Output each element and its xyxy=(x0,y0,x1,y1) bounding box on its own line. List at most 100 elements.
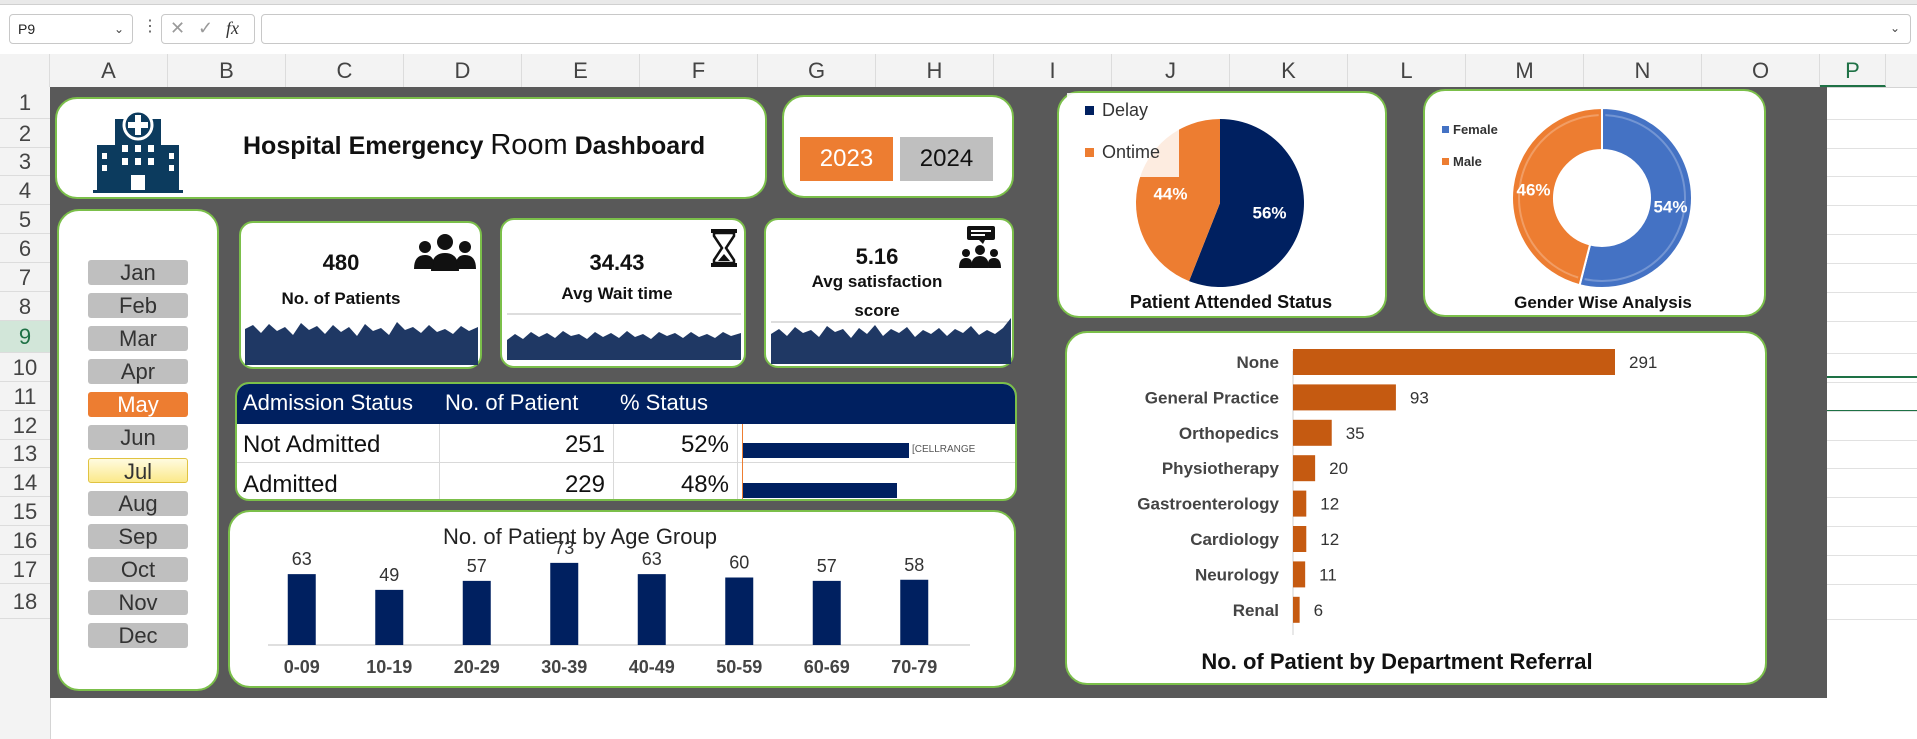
row-header-18[interactable]: 18 xyxy=(0,584,50,619)
column-header-g[interactable]: G xyxy=(758,54,876,87)
row-header-7[interactable]: 7 xyxy=(0,263,50,292)
month-button-jul[interactable]: Jul xyxy=(88,458,188,484)
column-header-m[interactable]: M xyxy=(1466,54,1584,87)
column-header-p[interactable]: P xyxy=(1820,54,1886,87)
title-card: Hospital Emergency Room Dashboard xyxy=(55,97,767,199)
dept-value-label: 11 xyxy=(1319,565,1337,584)
row-header-11[interactable]: 11 xyxy=(0,382,50,411)
column-header-n[interactable]: N xyxy=(1584,54,1702,87)
row-header-1[interactable]: 1 xyxy=(0,87,50,119)
gridline xyxy=(1827,148,1917,149)
month-button-aug[interactable]: Aug xyxy=(88,491,188,516)
dept-category-label: Physiotherapy xyxy=(1162,459,1280,478)
gridline xyxy=(1827,321,1917,322)
wait-sparkline xyxy=(507,313,741,360)
legend-swatch xyxy=(1085,148,1094,157)
formula-input[interactable]: ⌄ xyxy=(261,14,1911,44)
month-button-sep[interactable]: Sep xyxy=(88,524,188,549)
month-button-jan[interactable]: Jan xyxy=(88,260,188,285)
select-all-corner[interactable] xyxy=(0,54,50,87)
column-divider xyxy=(613,424,614,499)
name-box-value: P9 xyxy=(18,21,36,37)
dept-value-label: 291 xyxy=(1629,353,1657,372)
row-header-14[interactable]: 14 xyxy=(0,468,50,497)
month-button-apr[interactable]: Apr xyxy=(88,359,188,384)
row-header-3[interactable]: 3 xyxy=(0,148,50,176)
row-header-5[interactable]: 5 xyxy=(0,205,50,234)
gridline xyxy=(1827,205,1917,206)
month-button-jun[interactable]: Jun xyxy=(88,425,188,450)
insert-function-icon[interactable]: fx xyxy=(226,18,239,39)
column-header-e[interactable]: E xyxy=(522,54,640,87)
gridline xyxy=(1827,619,1917,620)
more-options-icon[interactable]: ⋮ xyxy=(142,16,158,36)
dept-category-label: Renal xyxy=(1233,601,1279,620)
people-group-icon xyxy=(414,234,476,271)
pie-value-label: 44% xyxy=(1153,185,1187,204)
row-headers: 1 2 3 4 5 6 7 8 9 10 11 12 13 14 15 16 17 18 xyxy=(0,87,51,739)
row-header-17[interactable]: 17 xyxy=(0,555,50,584)
month-button-nov[interactable]: Nov xyxy=(88,590,188,615)
column-header-o[interactable]: O xyxy=(1702,54,1820,87)
row-header-2[interactable]: 2 xyxy=(0,119,50,148)
gridline xyxy=(1827,584,1917,585)
age-bar-50-59 xyxy=(725,577,754,645)
cancel-icon[interactable]: ✕ xyxy=(170,18,185,39)
row-admitted-count: 229 xyxy=(564,471,605,498)
dept-category-label: Orthopedics xyxy=(1179,424,1279,443)
year-slicer: 2023 2024 xyxy=(782,95,1014,198)
cells-area[interactable] xyxy=(1827,87,1917,739)
dept-category-label: General Practice xyxy=(1145,388,1279,407)
row-header-9[interactable]: 9 xyxy=(0,321,50,353)
column-divider xyxy=(737,424,738,499)
legend-label-ontime: Ontime xyxy=(1102,142,1160,162)
row-header-4[interactable]: 4 xyxy=(0,176,50,205)
column-header-k[interactable]: K xyxy=(1230,54,1348,87)
hospital-icon xyxy=(93,109,183,193)
year-button-2023[interactable]: 2023 xyxy=(800,137,893,181)
column-header-d[interactable]: D xyxy=(404,54,522,87)
gridline xyxy=(1827,353,1917,354)
row-header-10[interactable]: 10 xyxy=(0,353,50,382)
gridline xyxy=(1827,263,1917,264)
admission-bar-admitted xyxy=(743,483,897,498)
row-header-12[interactable]: 12 xyxy=(0,411,50,440)
column-header-i[interactable]: I xyxy=(994,54,1112,87)
month-button-feb[interactable]: Feb xyxy=(88,293,188,318)
row-header-6[interactable]: 6 xyxy=(0,234,50,263)
legend-swatch xyxy=(1442,158,1449,165)
column-header-l[interactable]: L xyxy=(1348,54,1466,87)
age-value-label: 49 xyxy=(379,565,399,585)
month-button-oct[interactable]: Oct xyxy=(88,557,188,582)
enter-check-icon[interactable]: ✓ xyxy=(198,18,213,39)
column-header-j[interactable]: J xyxy=(1112,54,1230,87)
gridline xyxy=(1827,555,1917,556)
row-header-13[interactable]: 13 xyxy=(0,440,50,468)
patients-sparkline xyxy=(245,322,478,365)
month-button-may[interactable]: May xyxy=(88,392,188,417)
window-top-strip xyxy=(0,0,1917,5)
year-button-2024[interactable]: 2024 xyxy=(900,137,993,181)
kpi-patients-label: No. of Patients xyxy=(281,289,401,308)
kpi-satisfaction-label-1: Avg satisfaction xyxy=(811,272,943,291)
dept-bar-general-practice xyxy=(1293,384,1396,411)
month-button-mar[interactable]: Mar xyxy=(88,326,188,351)
row-header-16[interactable]: 16 xyxy=(0,526,50,555)
age-bar-70-79 xyxy=(900,579,929,645)
age-chart-title: No. of Patient by Age Group xyxy=(443,524,717,549)
satisfaction-sparkline xyxy=(771,318,1011,364)
column-divider xyxy=(439,424,440,499)
row-header-8[interactable]: 8 xyxy=(0,292,50,321)
column-header-h[interactable]: H xyxy=(876,54,994,87)
month-button-dec[interactable]: Dec xyxy=(88,623,188,648)
row-header-15[interactable]: 15 xyxy=(0,497,50,526)
expand-formula-icon[interactable]: ⌄ xyxy=(1890,21,1900,35)
column-header-f[interactable]: F xyxy=(640,54,758,87)
column-header-a[interactable]: A xyxy=(50,54,168,87)
chevron-down-icon[interactable]: ⌄ xyxy=(114,15,124,43)
column-header-b[interactable]: B xyxy=(168,54,286,87)
header-pct-status: % Status xyxy=(620,390,709,415)
dept-category-label: Neurology xyxy=(1195,565,1280,584)
name-box[interactable]: P9 ⌄ xyxy=(9,14,133,44)
column-header-c[interactable]: C xyxy=(286,54,404,87)
